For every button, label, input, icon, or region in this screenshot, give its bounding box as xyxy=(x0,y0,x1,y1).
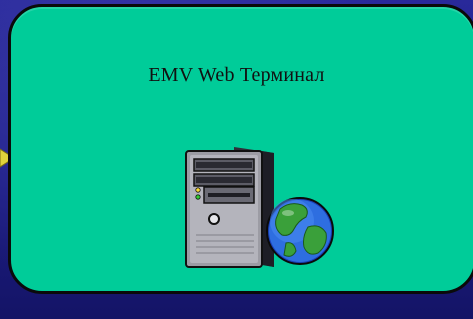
card-title: EMV Web Терминал xyxy=(148,64,325,86)
slide-background: { "title": "EMV Web Терминал", "colors":… xyxy=(0,0,473,319)
server-tower-icon xyxy=(185,147,274,268)
server-illustration xyxy=(185,147,334,268)
globe-icon xyxy=(266,197,334,265)
